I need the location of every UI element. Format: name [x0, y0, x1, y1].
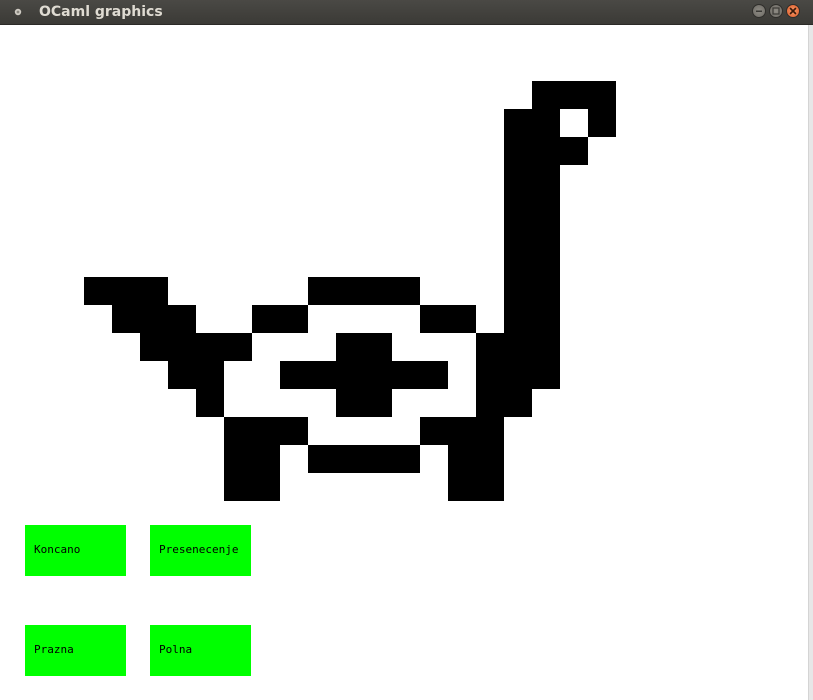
window-right-border [808, 25, 813, 700]
bird-tail-2 [112, 305, 196, 333]
bird-head-left [504, 109, 560, 137]
bird-belly-left [224, 417, 308, 445]
bird-back [308, 277, 420, 305]
prazna-button-label: Prazna [34, 643, 74, 656]
maximize-button[interactable] [769, 4, 783, 18]
close-button[interactable] [786, 4, 800, 18]
koncano-button-label: Koncano [34, 543, 81, 556]
bird-eye [560, 109, 588, 137]
bird-back-left [252, 305, 308, 333]
minimize-button[interactable] [752, 4, 766, 18]
polna-button[interactable]: Polna [150, 625, 251, 676]
bird-tail-1 [84, 277, 168, 305]
bird-neck [504, 165, 560, 333]
bird-tail-5 [196, 389, 224, 417]
close-icon [789, 7, 797, 15]
bird-wing-top [336, 333, 392, 361]
bird-back-right [420, 305, 476, 333]
title-bar[interactable]: OCaml graphics [0, 0, 813, 25]
bird-head-top [532, 81, 616, 109]
maximize-icon [772, 7, 780, 15]
polna-button-label: Polna [159, 643, 193, 656]
graphics-canvas[interactable]: Koncano Presenecenje Prazna Polna [0, 25, 808, 700]
ocaml-graphics-window: OCaml graphics Koncano Presenecenje Praz… [0, 0, 813, 700]
presenecenje-button-label: Presenecenje [159, 543, 239, 556]
presenecenje-button[interactable]: Presenecenje [150, 525, 251, 576]
bird-tail-4 [168, 361, 224, 389]
bird-beak-row [504, 137, 588, 165]
bird-tail-3 [140, 333, 252, 361]
bird-chest [476, 333, 560, 389]
bird-head-right [588, 109, 616, 137]
window-title: OCaml graphics [39, 4, 163, 20]
bird-wing-mid [280, 361, 448, 389]
minimize-icon [756, 10, 762, 12]
koncano-button[interactable]: Koncano [25, 525, 126, 576]
bird-chest-low [476, 389, 532, 417]
bird-leg-left [224, 445, 280, 501]
pixel-art-bird [84, 81, 616, 501]
bird-wing-bottom [336, 389, 392, 417]
app-dot-icon [14, 8, 22, 16]
bird-leg-right [448, 445, 504, 501]
bird-belly-bottom [308, 445, 420, 473]
bird-belly-right [420, 417, 504, 445]
prazna-button[interactable]: Prazna [25, 625, 126, 676]
